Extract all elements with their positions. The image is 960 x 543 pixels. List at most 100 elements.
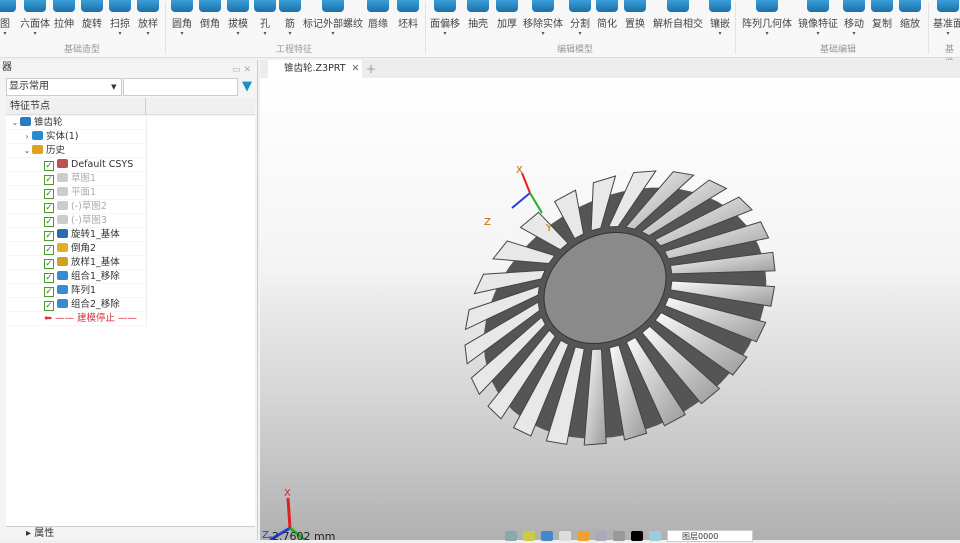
tree-node[interactable]: ✓ (-)草图3 bbox=[6, 214, 146, 228]
ribbon-button[interactable]: 图 ▾ bbox=[0, 0, 16, 40]
button-label: 孔 bbox=[260, 19, 270, 30]
ribbon-button[interactable]: 基准面 ▾ bbox=[933, 0, 960, 40]
dropdown-arrow-icon[interactable]: ▾ bbox=[798, 30, 838, 38]
ribbon-button[interactable]: 六面体 ▾ bbox=[20, 0, 50, 40]
ribbon-button[interactable]: 镜像特征 ▾ bbox=[798, 0, 838, 40]
dropdown-arrow-icon[interactable]: ▾ bbox=[0, 30, 16, 38]
visibility-checkbox[interactable]: ✓ bbox=[44, 287, 54, 297]
ribbon-button[interactable]: 筋 ▾ bbox=[279, 0, 301, 40]
dropdown-arrow-icon[interactable]: ▾ bbox=[137, 30, 159, 38]
dropdown-arrow-icon[interactable]: ▾ bbox=[227, 30, 249, 38]
ribbon-button[interactable]: 解析自相交 bbox=[653, 0, 703, 40]
tree-node[interactable]: ✓ 草图1 bbox=[6, 172, 146, 186]
close-icon[interactable]: ✕ bbox=[352, 63, 360, 74]
dropdown-arrow-icon[interactable]: ▾ bbox=[430, 30, 460, 38]
ribbon-button[interactable]: 移除实体 ▾ bbox=[523, 0, 563, 40]
visibility-checkbox[interactable]: ✓ bbox=[44, 259, 54, 269]
new-tab-button[interactable]: + bbox=[366, 60, 376, 78]
dropdown-arrow-icon[interactable]: ▾ bbox=[709, 30, 731, 38]
ribbon-button[interactable]: 圆角 ▾ bbox=[171, 0, 193, 40]
ribbon-button[interactable]: 坯料 bbox=[397, 0, 419, 40]
tool-icon bbox=[227, 0, 249, 12]
tree-column-header: 特征节点 bbox=[6, 98, 255, 115]
ribbon-button[interactable]: 加厚 bbox=[496, 0, 518, 40]
ribbon-button[interactable]: 面偏移 ▾ bbox=[430, 0, 460, 40]
tool-icon bbox=[279, 0, 301, 12]
ribbon-button[interactable]: 缩放 bbox=[899, 0, 921, 40]
tree-node[interactable]: ⌄ 历史 bbox=[6, 144, 146, 158]
node-label: 组合2_移除 bbox=[71, 299, 120, 310]
feature-manager-panel: 器 ▭ ✕ 显示常用 ▼ ▼ 特征节点 ⌄ 锥齿轮 › 实体(1) ⌄ 历史 ✓ Default … bbox=[0, 60, 258, 540]
tool-icon bbox=[467, 0, 489, 12]
tree-node[interactable]: ✓ 平面1 bbox=[6, 186, 146, 200]
ribbon-button[interactable]: 拉伸 bbox=[53, 0, 75, 40]
3d-viewport[interactable]: X Y Z X Z bbox=[260, 78, 960, 542]
dropdown-arrow-icon[interactable]: ▾ bbox=[523, 30, 563, 38]
dropdown-arrow-icon[interactable]: ▾ bbox=[171, 30, 193, 38]
dropdown-arrow-icon[interactable]: ▾ bbox=[933, 30, 960, 38]
visibility-checkbox[interactable]: ✓ bbox=[44, 189, 54, 199]
bevel-gear-model[interactable]: X Y Z X Z bbox=[260, 78, 960, 542]
feature-icon bbox=[20, 117, 31, 126]
ribbon-button[interactable]: 分割 ▾ bbox=[569, 0, 591, 40]
ribbon-button[interactable]: 移动 ▾ bbox=[843, 0, 865, 40]
tree-node[interactable]: ✓ 组合2_移除 bbox=[6, 298, 146, 312]
tree-node[interactable]: ✓ 放样1_基体 bbox=[6, 256, 146, 270]
expand-toggle-icon[interactable]: ⌄ bbox=[22, 144, 32, 158]
dropdown-arrow-icon[interactable]: ▾ bbox=[279, 30, 301, 38]
tree-search-input[interactable] bbox=[122, 78, 239, 96]
tree-node[interactable]: ⌄ 锥齿轮 bbox=[6, 116, 146, 130]
display-filter-dropdown[interactable]: 显示常用 ▼ bbox=[6, 78, 122, 96]
ribbon-button[interactable]: 孔 ▾ bbox=[254, 0, 276, 40]
filter-icon[interactable]: ▼ bbox=[240, 78, 254, 96]
visibility-checkbox[interactable]: ✓ bbox=[44, 273, 54, 283]
visibility-checkbox[interactable]: ✓ bbox=[44, 231, 54, 241]
tree-node[interactable]: ✓ 阵列1 bbox=[6, 284, 146, 298]
ribbon-button[interactable]: 拔模 ▾ bbox=[227, 0, 249, 40]
ribbon-button[interactable]: 置换 bbox=[624, 0, 646, 40]
dropdown-arrow-icon[interactable]: ▾ bbox=[742, 30, 792, 38]
chevron-down-icon: ▼ bbox=[111, 83, 117, 91]
dropdown-arrow-icon[interactable]: ▾ bbox=[254, 30, 276, 38]
dropdown-arrow-icon[interactable]: ▾ bbox=[20, 30, 50, 38]
ribbon-button[interactable]: 倒角 bbox=[199, 0, 221, 40]
dropdown-arrow-icon[interactable]: ▾ bbox=[303, 30, 363, 38]
tree-node[interactable]: ✓ 倒角2 bbox=[6, 242, 146, 256]
expand-toggle-icon[interactable]: ⌄ bbox=[10, 116, 20, 130]
properties-section[interactable]: ▸ 属性 bbox=[6, 526, 255, 540]
ribbon-button[interactable]: 标记外部螺纹 ▾ bbox=[303, 0, 363, 40]
expand-toggle-icon[interactable]: › bbox=[22, 130, 32, 144]
visibility-checkbox[interactable]: ✓ bbox=[44, 161, 54, 171]
dropdown-arrow-icon[interactable]: ▾ bbox=[843, 30, 865, 38]
visibility-checkbox[interactable]: ✓ bbox=[44, 203, 54, 213]
ribbon-group-label: 基础造型 bbox=[63, 45, 101, 55]
visibility-checkbox[interactable]: ✓ bbox=[44, 217, 54, 227]
tree-node[interactable]: ✓ 旋转1_基体 bbox=[6, 228, 146, 242]
tree-node[interactable]: ⬅ —— 建模停止 —— bbox=[6, 312, 146, 326]
tree-node[interactable]: ✓ 组合1_移除 bbox=[6, 270, 146, 284]
visibility-checkbox[interactable]: ✓ bbox=[44, 301, 54, 311]
dropdown-arrow-icon[interactable]: ▾ bbox=[109, 30, 131, 38]
ribbon-button[interactable]: 扫掠 ▾ bbox=[109, 0, 131, 40]
tree-node[interactable]: › 实体(1) bbox=[6, 130, 146, 144]
tool-icon bbox=[24, 0, 46, 12]
tool-icon bbox=[843, 0, 865, 12]
ribbon-button[interactable]: 旋转 bbox=[81, 0, 103, 40]
ribbon-button[interactable]: 放样 ▾ bbox=[137, 0, 159, 40]
layer-dropdown[interactable]: 图层0000 bbox=[667, 530, 753, 542]
tree-node[interactable]: ✓ Default CSYS bbox=[6, 158, 146, 172]
node-label: 旋转1_基体 bbox=[71, 229, 120, 240]
ribbon-button[interactable]: 复制 bbox=[871, 0, 893, 40]
ribbon-button[interactable]: 抽壳 bbox=[467, 0, 489, 40]
dropdown-arrow-icon[interactable]: ▾ bbox=[569, 30, 591, 38]
panel-controls[interactable]: ▭ ✕ bbox=[232, 62, 251, 78]
ribbon-button[interactable]: 简化 bbox=[596, 0, 618, 40]
tree-node[interactable]: ✓ (-)草图2 bbox=[6, 200, 146, 214]
ribbon-button[interactable]: 唇缘 bbox=[367, 0, 389, 40]
ribbon-button[interactable]: 阵列几何体 ▾ bbox=[742, 0, 792, 40]
tab-bevel-gear[interactable]: 锥齿轮.Z3PRT ✕ bbox=[268, 60, 362, 78]
visibility-checkbox[interactable]: ✓ bbox=[44, 245, 54, 255]
visibility-checkbox[interactable]: ✓ bbox=[44, 175, 54, 185]
ribbon-button[interactable]: 镶嵌 ▾ bbox=[709, 0, 731, 40]
feature-icon bbox=[32, 145, 43, 154]
